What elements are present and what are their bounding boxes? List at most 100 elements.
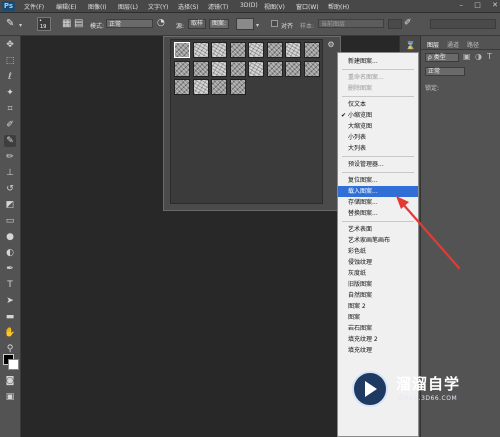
menu-window[interactable]: 窗口(W) — [296, 2, 319, 11]
menu-item[interactable]: 重命名图案... — [338, 72, 418, 83]
menu-3d[interactable]: 3D(D) — [240, 2, 258, 9]
minimize-button[interactable]: – — [460, 1, 464, 9]
pattern-swatch[interactable] — [211, 79, 227, 95]
move-tool-icon[interactable]: ✥ — [4, 39, 16, 51]
brush-preset-picker[interactable]: • 19 — [37, 17, 51, 31]
pattern-swatch[interactable] — [229, 79, 246, 95]
clone-stamp-tool-icon[interactable]: ⊥ — [4, 167, 16, 179]
menu-file[interactable]: 文件(F) — [24, 2, 44, 11]
menu-item[interactable]: 大列表 — [338, 143, 418, 154]
quick-mask-icon[interactable]: ◙ — [4, 375, 16, 387]
menu-item[interactable]: 预设管理器... — [338, 159, 418, 170]
pattern-swatch[interactable] — [174, 42, 190, 58]
menu-item[interactable]: 旧版图案 — [338, 279, 418, 290]
menu-item[interactable]: 彩色纸 — [338, 246, 418, 257]
gradient-tool-icon[interactable]: ▭ — [4, 215, 16, 227]
menu-item[interactable]: 艺术表面 — [338, 224, 418, 235]
pattern-swatch[interactable] — [303, 42, 320, 58]
filter-type-icon[interactable]: T — [487, 52, 492, 61]
brush-tool-icon[interactable]: ✏ — [4, 151, 16, 163]
maximize-button[interactable]: □ — [474, 1, 481, 9]
pattern-swatch[interactable] — [211, 60, 227, 77]
ignore-adjustment-layers-button[interactable] — [388, 19, 402, 29]
menu-layer[interactable]: 图层(L) — [118, 2, 138, 11]
history-brush-tool-icon[interactable]: ↺ — [4, 183, 16, 195]
eraser-tool-icon[interactable]: ◩ — [4, 199, 16, 211]
menu-item[interactable]: 存储图案... — [338, 197, 418, 208]
menu-item[interactable]: 灰度纸 — [338, 268, 418, 279]
workspace-field[interactable] — [430, 19, 496, 29]
pattern-swatch[interactable] — [229, 42, 246, 58]
menu-item[interactable]: 图案 2 — [338, 301, 418, 312]
eyedropper-tool-icon[interactable]: ✐ — [4, 119, 16, 131]
menu-item[interactable]: 图案 — [338, 312, 418, 323]
tab-layers[interactable]: 图层 — [427, 40, 439, 49]
background-color-swatch[interactable] — [8, 359, 19, 370]
pattern-picker-swatch[interactable] — [236, 18, 254, 30]
menu-item[interactable]: 侵蚀纹理 — [338, 257, 418, 268]
chevron-down-icon[interactable]: ▾ — [19, 22, 22, 29]
pattern-swatch[interactable] — [303, 60, 320, 77]
pattern-swatch[interactable] — [211, 42, 227, 58]
menu-view[interactable]: 视图(V) — [264, 2, 285, 11]
pressure-size-icon[interactable]: ✐ — [404, 18, 412, 28]
menu-item[interactable]: 填充纹理 — [338, 345, 418, 356]
filter-pixel-icon[interactable]: ▣ — [463, 52, 471, 61]
path-selection-tool-icon[interactable]: ➤ — [4, 295, 16, 307]
pattern-swatch[interactable] — [285, 42, 301, 58]
menu-item[interactable]: 艺术家画笔画布 — [338, 235, 418, 246]
lasso-tool-icon[interactable]: ℓ — [4, 71, 16, 83]
menu-item[interactable]: 复位图案... — [338, 175, 418, 186]
menu-item[interactable]: 自然图案 — [338, 290, 418, 301]
filter-adjust-icon[interactable]: ◑ — [475, 52, 482, 61]
healing-brush-tool-icon[interactable]: ✎ — [4, 135, 16, 147]
magic-wand-tool-icon[interactable]: ✦ — [4, 87, 16, 99]
menu-filter[interactable]: 滤镜(T) — [208, 2, 228, 11]
menu-item[interactable]: 岩石图案 — [338, 323, 418, 334]
crop-tool-icon[interactable]: ⌗ — [4, 103, 16, 115]
pattern-swatch[interactable] — [248, 60, 264, 77]
screen-mode-icon[interactable]: ▣ — [4, 391, 16, 403]
blur-tool-icon[interactable]: ● — [4, 231, 16, 243]
menu-item[interactable]: 替换图案... — [338, 208, 418, 219]
pattern-swatch[interactable] — [192, 79, 209, 95]
menu-image[interactable]: 图像(I) — [88, 2, 106, 11]
close-button[interactable]: ✕ — [492, 1, 498, 9]
pattern-swatch[interactable] — [192, 60, 209, 77]
pattern-swatch[interactable] — [192, 42, 209, 58]
shape-tool-icon[interactable]: ▬ — [4, 311, 16, 323]
menu-item[interactable]: 删除图案 — [338, 83, 418, 94]
menu-item[interactable]: 仅文本 — [338, 99, 418, 110]
tab-paths[interactable]: 路径 — [467, 40, 479, 49]
chevron-down-icon[interactable]: ▾ — [256, 22, 259, 29]
menu-item[interactable]: 大缩览图 — [338, 121, 418, 132]
menu-item[interactable]: 载入图案... — [338, 186, 418, 197]
gear-icon[interactable]: ⚙ — [326, 40, 336, 50]
pattern-swatch[interactable] — [248, 42, 264, 58]
layer-kind-filter[interactable]: ρ 类型 — [425, 53, 459, 62]
source-pattern-button[interactable]: 图案: — [209, 19, 230, 29]
aligned-checkbox[interactable] — [271, 20, 278, 27]
menu-help[interactable]: 帮助(H) — [328, 2, 349, 11]
pattern-swatch[interactable] — [229, 60, 246, 77]
menu-type[interactable]: 文字(Y) — [148, 2, 168, 11]
menu-item[interactable]: 小列表 — [338, 132, 418, 143]
pattern-swatch[interactable] — [285, 60, 301, 77]
pattern-swatch[interactable] — [174, 60, 190, 77]
sample-select[interactable]: 当前图层 — [318, 19, 384, 28]
pattern-swatch[interactable] — [266, 60, 283, 77]
source-sampled-button[interactable]: 取样 — [188, 19, 207, 29]
pattern-swatch[interactable] — [266, 42, 283, 58]
menu-item[interactable]: 填充纹理 2 — [338, 334, 418, 345]
pressure-opacity-icon[interactable]: ◔ — [157, 18, 165, 28]
menu-select[interactable]: 选择(S) — [178, 2, 199, 11]
menu-edit[interactable]: 编辑(E) — [56, 2, 76, 11]
dodge-tool-icon[interactable]: ◐ — [4, 247, 16, 259]
mode-select[interactable]: 正常 — [106, 19, 153, 28]
history-panel-icon[interactable]: ⌛ — [405, 40, 416, 51]
menu-item[interactable]: 新建图案... — [338, 56, 418, 67]
blend-mode-select[interactable]: 正常 — [425, 67, 465, 76]
clone-source-panel-icon[interactable]: ▦ — [62, 18, 71, 29]
brush-panel-icon[interactable]: ▤ — [74, 18, 83, 29]
menu-item[interactable]: ✔ 小缩览图 — [338, 110, 418, 121]
